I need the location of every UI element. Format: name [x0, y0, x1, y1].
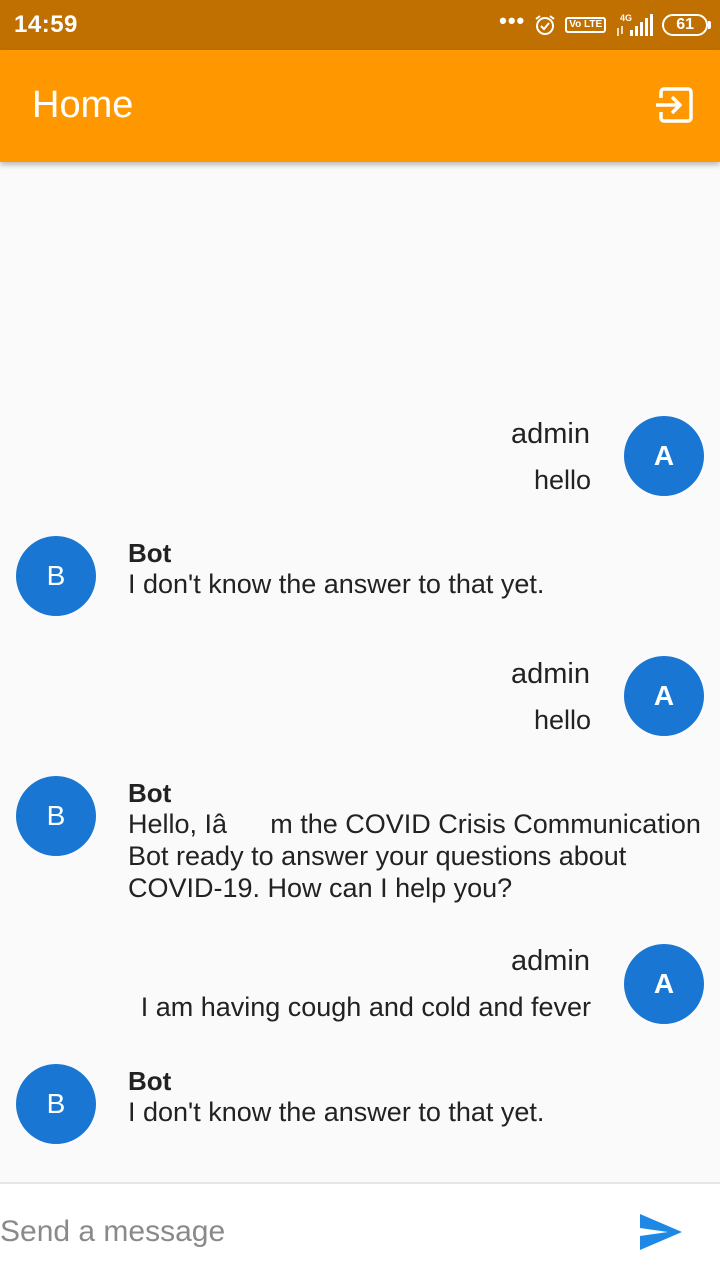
message-input[interactable] — [0, 1206, 600, 1258]
message-sender-name: admin — [511, 418, 590, 450]
status-time: 14:59 — [14, 11, 78, 38]
app-bar: Home — [0, 50, 720, 162]
avatar: B — [16, 1064, 96, 1144]
more-dots-icon: ••• — [499, 8, 526, 33]
alarm-icon — [535, 15, 555, 35]
battery-icon: 61 — [662, 14, 711, 36]
avatar: A — [624, 656, 704, 736]
message-text: hello — [533, 465, 591, 495]
message-sender-name: Bot — [128, 1066, 172, 1096]
svg-text:4G: 4G — [620, 13, 632, 23]
avatar: B — [16, 536, 96, 616]
status-bar: 14:59 ••• Vo LTE 4G 61 — [0, 0, 720, 50]
message-text: I don't know the answer to that yet. — [128, 569, 545, 599]
volte-icon: Vo LTE — [565, 17, 607, 33]
message-text: I am having cough and cold and fever — [140, 992, 591, 1022]
message-sender-name: Bot — [128, 538, 172, 568]
page-title: Home — [32, 84, 134, 126]
send-icon[interactable] — [638, 1212, 684, 1252]
chat-message-list[interactable]: admin hello A B Bot I don't know the ans… — [0, 162, 720, 1182]
logout-icon[interactable] — [654, 85, 694, 125]
avatar: B — [16, 776, 96, 856]
signal-icon: 4G — [617, 13, 654, 36]
message-text: hello — [533, 705, 591, 735]
message-sender-name: Bot — [128, 778, 172, 808]
message-text: I don't know the answer to that yet. — [128, 1097, 545, 1127]
status-icons: ••• Vo LTE 4G 61 — [499, 8, 711, 38]
message-sender-name: admin — [511, 945, 590, 977]
message-text: Hello, Iâm the COVID Crisis Communicat… — [128, 809, 701, 903]
message-sender-name: admin — [511, 658, 590, 690]
avatar: A — [624, 944, 704, 1024]
message-composer — [0, 1182, 720, 1280]
avatar: A — [624, 416, 704, 496]
